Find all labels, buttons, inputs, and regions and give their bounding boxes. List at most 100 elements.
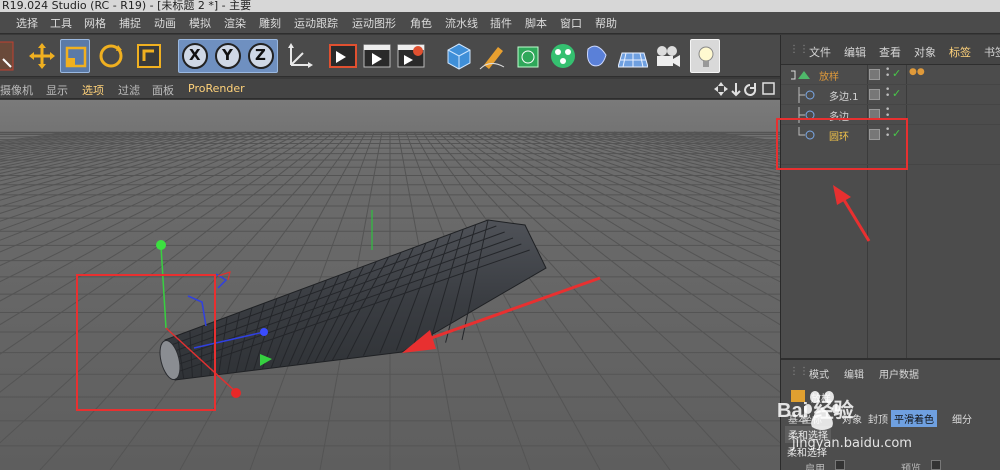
visibility-dots-icon[interactable]: • • [885, 66, 890, 81]
om-menu-bookmarks[interactable]: 书签 [984, 44, 1000, 60]
annotation-overlay [776, 118, 908, 242]
rotate-button[interactable] [96, 39, 126, 73]
menu-help[interactable]: 帮助 [595, 15, 617, 31]
rotate-icon [99, 44, 123, 68]
visibility-dots-icon[interactable]: • • [885, 86, 890, 101]
vp-menu-panel[interactable]: 面板 [152, 82, 174, 98]
menu-character[interactable]: 角色 [410, 15, 432, 31]
y-axis-knob[interactable] [156, 240, 166, 250]
cursor-button[interactable] [0, 39, 14, 73]
recent-tool-icon [137, 44, 161, 68]
menu-simulate[interactable]: 模拟 [189, 15, 211, 31]
x-axis-label: X [189, 46, 201, 64]
camera-icon [657, 46, 680, 67]
enabled-check-icon[interactable]: ✓ [892, 87, 901, 100]
attr-menu-mode[interactable]: 模式 [809, 366, 829, 381]
deformer-icon [587, 45, 607, 67]
x-axis-knob[interactable] [231, 388, 241, 398]
om-menu-file[interactable]: 文件 [809, 44, 831, 60]
maximize-icon[interactable] [762, 82, 775, 95]
tree-row-loft[interactable]: 放样 • • ✓ ●● [781, 65, 1000, 85]
om-menu-edit[interactable]: 编辑 [844, 44, 866, 60]
loft-icon [791, 70, 810, 80]
scale-button[interactable] [60, 39, 90, 73]
cloner-button[interactable] [548, 39, 578, 73]
menu-bar: 选择 工具 网格 捕捉 动画 模拟 渲染 雕刻 运动跟踪 运动图形 角色 流水线… [0, 12, 1000, 34]
menu-script[interactable]: 脚本 [525, 15, 547, 31]
cloner-icon [551, 44, 575, 68]
render-settings-button[interactable] [396, 39, 426, 73]
move-button[interactable] [27, 39, 57, 73]
menu-snap[interactable]: 捕捉 [119, 15, 141, 31]
coordinate-system-button[interactable] [285, 39, 315, 73]
pan-icon[interactable] [714, 82, 728, 96]
enable-checkbox[interactable] [835, 460, 845, 470]
camera-button[interactable] [652, 39, 682, 73]
enabled-check-icon[interactable]: ✓ [892, 67, 901, 80]
orbit-icon[interactable] [744, 83, 757, 96]
om-menu-tags[interactable]: 标签 [949, 44, 971, 60]
attr-menu-edit[interactable]: 编辑 [844, 366, 864, 381]
layer-icon[interactable] [869, 89, 880, 100]
floor-button[interactable] [618, 39, 648, 73]
attr-field2-label: 预览 [901, 464, 921, 470]
menu-render[interactable]: 渲染 [224, 15, 246, 31]
window-title: R19.024 Studio (RC - R19) - [未标题 2 *] - … [2, 0, 252, 12]
zoom-icon[interactable] [731, 83, 741, 97]
attr-field-label: 启用 [805, 464, 825, 470]
annotation-highlight-box [776, 118, 908, 170]
coordinate-system-icon [288, 43, 313, 68]
object-name-polygon-1[interactable]: 多边.1 [829, 88, 859, 103]
main-toolbar: X Y Z [0, 35, 780, 77]
viewport-navigation-icons[interactable] [714, 81, 776, 97]
menu-animate[interactable]: 动画 [154, 15, 176, 31]
y-axis-label: Y [222, 46, 233, 64]
subdivision-button[interactable] [513, 39, 543, 73]
vp-menu-options[interactable]: 选项 [82, 82, 104, 98]
cube-button[interactable] [444, 39, 474, 73]
vp-menu-camera[interactable]: 摄像机 [0, 82, 33, 98]
vp-menu-prorender[interactable]: ProRender [188, 82, 245, 95]
layer-icon[interactable] [869, 69, 880, 80]
menu-select[interactable]: 选择 [16, 15, 38, 31]
deformer-button[interactable] [582, 39, 612, 73]
render-picture-viewer-button[interactable] [362, 39, 392, 73]
light-icon [698, 46, 714, 67]
annotation-arrow [839, 194, 871, 242]
object-name-loft[interactable]: 放样 [819, 68, 839, 83]
menu-plugins[interactable]: 插件 [490, 15, 512, 31]
recent-tool-button[interactable] [134, 39, 164, 73]
menu-mograph[interactable]: 运动图形 [352, 15, 396, 31]
move-icon [29, 43, 55, 69]
om-menu-view[interactable]: 查看 [879, 44, 901, 60]
cinema4d-window: R19.024 Studio (RC - R19) - [未标题 2 *] - … [0, 0, 1000, 470]
pen-button[interactable] [478, 39, 508, 73]
baidu-watermark-logo: Bai 经验 [777, 391, 854, 430]
render-view-icon [329, 44, 357, 68]
menu-motion-tracking[interactable]: 运动跟踪 [294, 15, 338, 31]
3d-viewport[interactable] [0, 100, 780, 470]
menu-pipeline[interactable]: 流水线 [445, 15, 478, 31]
scale-icon [65, 46, 87, 68]
z-axis-knob[interactable] [260, 328, 268, 336]
menu-sculpt[interactable]: 雕刻 [259, 15, 281, 31]
vp-menu-filter[interactable]: 过滤 [118, 82, 140, 98]
light-button[interactable] [690, 39, 720, 73]
cube-icon [447, 43, 471, 70]
viewport-menu-bar: 摄像机 显示 选项 过滤 面板 ProRender [0, 79, 780, 99]
om-menu-objects[interactable]: 对象 [914, 44, 936, 60]
panel-grip-icon[interactable]: ⋮⋮ [789, 44, 809, 55]
preview-checkbox[interactable] [931, 460, 941, 470]
menu-mesh[interactable]: 网格 [84, 15, 106, 31]
menu-tools[interactable]: 工具 [50, 15, 72, 31]
panel-grip-icon[interactable]: ⋮⋮ [789, 366, 809, 377]
subdivision-icon [517, 46, 539, 68]
vp-menu-display[interactable]: 显示 [46, 82, 68, 98]
menu-window[interactable]: 窗口 [560, 15, 582, 31]
watermark-url: jingyan.baidu.com [792, 436, 912, 451]
render-view-button[interactable] [328, 39, 358, 73]
render-picture-viewer-icon [363, 44, 391, 68]
tag-icon[interactable]: ●● [909, 67, 925, 77]
attr-menu-user-data[interactable]: 用户数据 [879, 366, 919, 381]
tree-row-polygon-1[interactable]: 多边.1 • • ✓ [781, 85, 1000, 105]
